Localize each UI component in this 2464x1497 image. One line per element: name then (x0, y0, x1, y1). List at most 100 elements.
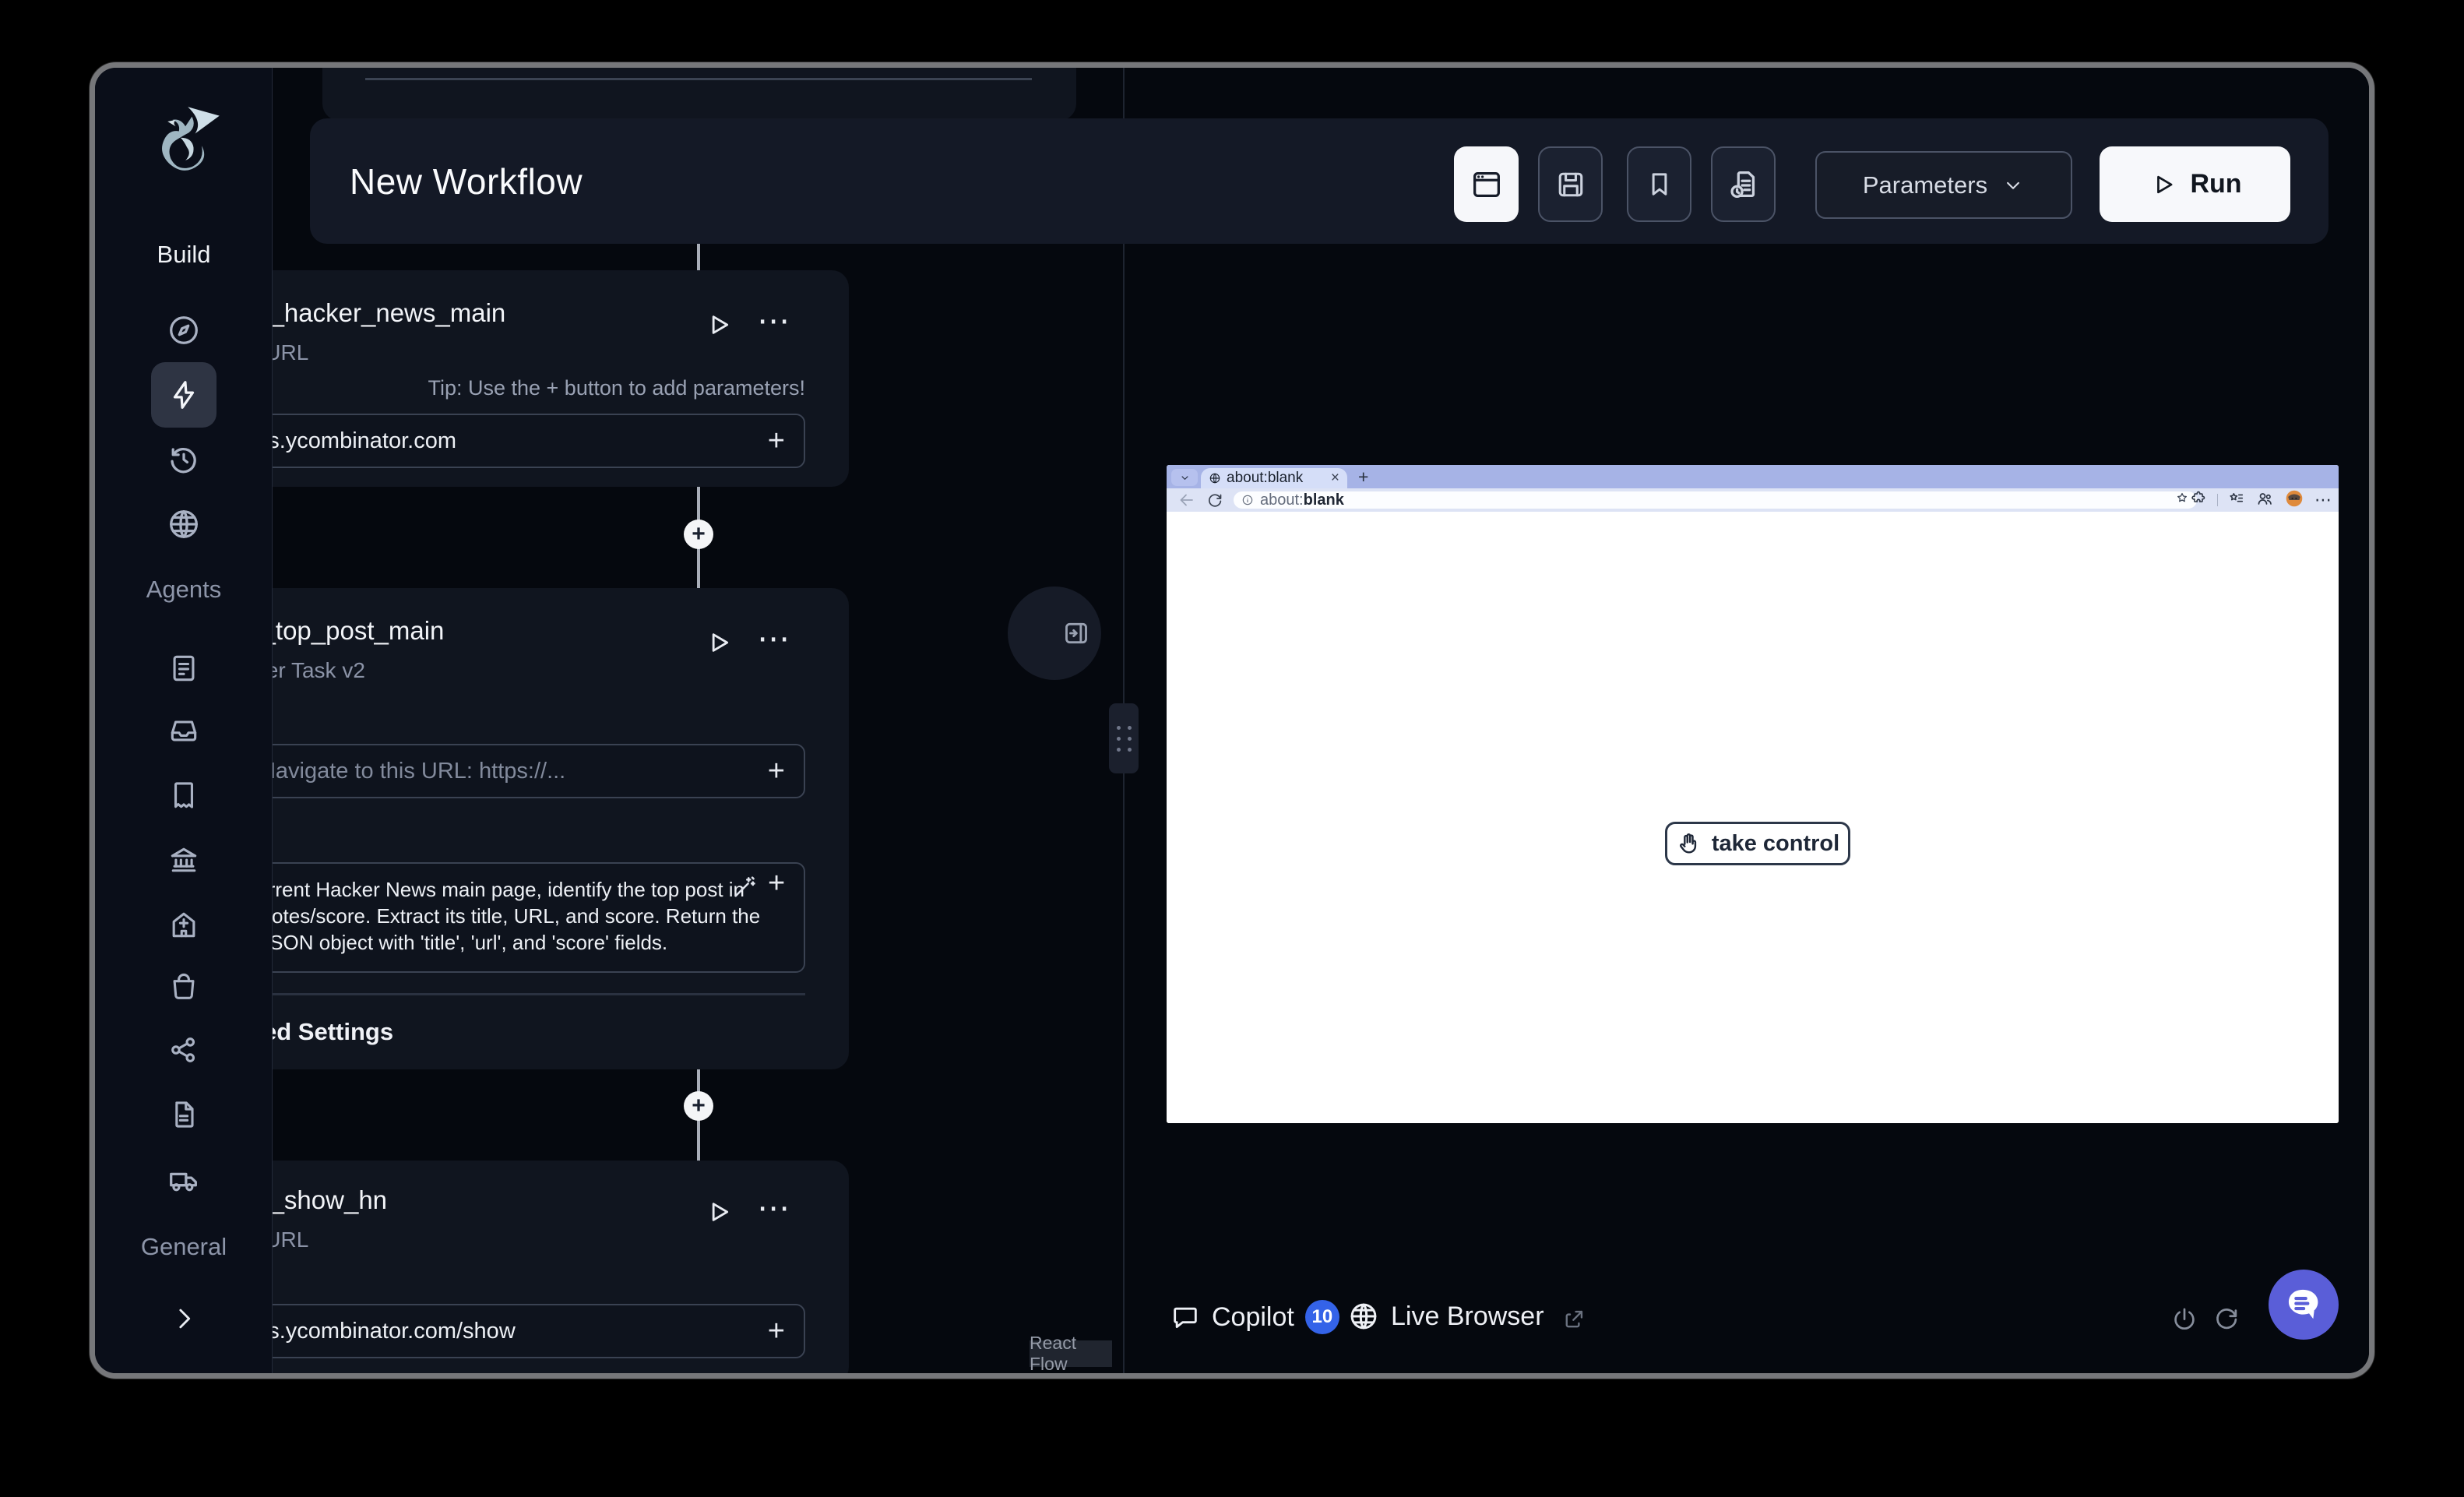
play-icon (2148, 170, 2177, 199)
partial-node-card[interactable] (322, 62, 1076, 121)
add-parameter-button[interactable]: + (768, 424, 785, 458)
close-tab-icon[interactable]: × (1331, 470, 1339, 487)
app-window: + + go_to_hacker_news_main Go to URL ⋯ U… (90, 62, 2374, 1379)
url-host: blank (1304, 491, 1344, 509)
play-node-button[interactable] (702, 1196, 734, 1231)
inbox-icon (167, 713, 201, 748)
node-menu-button[interactable]: ⋯ (757, 1192, 791, 1224)
add-node-button[interactable]: + (684, 1091, 713, 1121)
sidebar-item-banking[interactable] (151, 827, 216, 893)
new-tab-button[interactable]: + (1358, 465, 1368, 488)
globe-icon (166, 506, 202, 542)
chat-fab-icon (2283, 1284, 2324, 1325)
workflow-header: New Workflow Parameters Run (310, 118, 2328, 244)
wand-icon[interactable] (730, 873, 759, 905)
profile-icon[interactable] (2255, 489, 2274, 512)
reading-list-icon[interactable] (2228, 490, 2245, 511)
info-icon (1241, 494, 1254, 506)
live-browser-preview: about:blank × + about:blank (1167, 465, 2339, 1123)
page-title: New Workflow (350, 118, 583, 244)
power-icon[interactable] (2170, 1305, 2199, 1338)
run-button[interactable]: Run (2100, 146, 2290, 222)
bookmark-button[interactable] (1627, 146, 1691, 222)
file-icon (167, 1097, 201, 1132)
browser-tab-strip: about:blank × + (1167, 465, 2339, 488)
chevron-down-icon (1179, 472, 1191, 484)
shopping-bag-icon (167, 970, 201, 1004)
save-icon (1554, 167, 1588, 202)
hospital-icon (167, 907, 201, 942)
bookmark-icon (1643, 168, 1676, 201)
receipt-icon (167, 778, 201, 812)
compass-icon (166, 312, 202, 348)
live-browser-label: Live Browser (1391, 1302, 1544, 1332)
chat-fab[interactable] (2269, 1270, 2339, 1340)
extensions-icon[interactable] (2190, 490, 2207, 511)
browser-window-icon (1469, 167, 1505, 203)
open-panel-icon[interactable] (1061, 618, 1092, 653)
add-parameter-button[interactable]: + (768, 755, 785, 788)
refresh-icon[interactable] (2212, 1305, 2241, 1338)
reload-icon[interactable] (1206, 491, 1224, 513)
address-bar[interactable]: about:blank (1234, 491, 2197, 509)
divider (365, 78, 1032, 80)
play-node-button[interactable] (702, 309, 734, 344)
node-menu-button[interactable]: ⋯ (757, 305, 791, 337)
save-button[interactable] (1538, 146, 1603, 222)
sidebar-expand-button[interactable] (151, 1286, 216, 1351)
parameters-dropdown[interactable]: Parameters (1815, 151, 2072, 219)
take-control-button[interactable]: take control (1665, 822, 1850, 865)
add-parameter-button[interactable]: + (768, 867, 785, 900)
chat-bubble-icon (1170, 1302, 1201, 1333)
copilot-label: Copilot (1212, 1302, 1294, 1333)
sidebar-item-forms[interactable] (151, 636, 216, 701)
bookmark-star-icon[interactable] (2175, 491, 2189, 509)
sidebar-item-share[interactable] (151, 1017, 216, 1083)
avatar[interactable] (2284, 488, 2304, 513)
copilot-badge: 10 (1305, 1300, 1339, 1334)
globe-icon (1209, 472, 1221, 484)
globe-icon (1347, 1300, 1380, 1333)
copilot-toggle[interactable]: Copilot 10 (1170, 1300, 1339, 1334)
form-icon (167, 651, 201, 685)
play-node-button[interactable] (702, 627, 734, 662)
add-parameter-button[interactable]: + (768, 1315, 785, 1348)
sidebar-item-browser[interactable] (151, 491, 216, 557)
react-flow-attribution: React Flow (1030, 1340, 1112, 1367)
browser-tab[interactable]: about:blank × (1201, 468, 1347, 488)
chevron-down-icon (2001, 174, 2025, 197)
tab-search-button[interactable] (1171, 469, 1198, 486)
section-label-general: General (95, 1233, 273, 1261)
node-menu-button[interactable]: ⋯ (757, 622, 791, 655)
sidebar-item-discover[interactable] (151, 298, 216, 363)
back-icon[interactable] (1177, 491, 1196, 513)
browser-menu-icon[interactable]: ⋯ (2314, 490, 2332, 510)
dragon-logo[interactable] (142, 102, 226, 187)
parameters-tip: Tip: Use the + button to add parameters! (428, 376, 805, 400)
history-icon (166, 442, 202, 477)
sidebar-item-inbox[interactable] (151, 698, 216, 763)
live-browser-toggle[interactable]: Live Browser (1347, 1300, 1544, 1333)
sidebar-item-documents[interactable] (151, 1082, 216, 1147)
truck-icon (166, 1163, 202, 1199)
hand-icon (1676, 830, 1702, 857)
url-scheme: about: (1260, 491, 1304, 509)
add-node-button[interactable]: + (684, 520, 713, 549)
pane-resize-handle[interactable] (1109, 703, 1139, 773)
sidebar-item-shopping[interactable] (151, 954, 216, 1020)
version-history-button[interactable] (1711, 146, 1776, 222)
sidebar-item-history[interactable] (151, 427, 216, 492)
run-label: Run (2190, 169, 2241, 199)
pop-out-icon[interactable] (1561, 1306, 1587, 1337)
browser-toolbar: about:blank ⋯ (1167, 488, 2339, 512)
sidebar-item-workflows[interactable] (151, 362, 216, 428)
lightning-icon (166, 377, 202, 413)
section-label-build: Build (95, 241, 273, 269)
parameters-label: Parameters (1863, 171, 1987, 199)
share-icon (167, 1033, 201, 1067)
browser-page: take control (1167, 512, 2339, 1123)
sidebar-item-logistics[interactable] (151, 1148, 216, 1213)
sidebar-item-healthcare[interactable] (151, 892, 216, 957)
panel-view-button[interactable] (1454, 146, 1519, 222)
sidebar-item-invoices[interactable] (151, 763, 216, 828)
